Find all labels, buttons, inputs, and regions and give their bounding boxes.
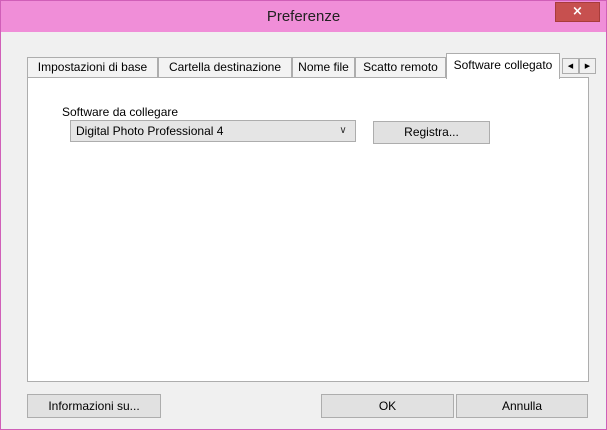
- cancel-button-label: Annulla: [501, 399, 543, 413]
- window-title: Preferenze: [266, 8, 341, 25]
- preferences-window: Preferenze × Impostazioni di base Cartel…: [0, 0, 607, 430]
- tab-scroll-right-button[interactable]: ▶: [579, 58, 596, 74]
- tab-remote-shooting[interactable]: Scatto remoto: [355, 57, 446, 78]
- tab-label: Nome file: [298, 60, 349, 74]
- software-to-link-label: Software da collegare: [62, 105, 179, 119]
- triangle-left-icon: ◀: [567, 62, 574, 70]
- tab-label: Software collegato: [453, 58, 553, 72]
- tab-label: Scatto remoto: [363, 60, 438, 74]
- about-button-label: Informazioni su...: [48, 399, 140, 413]
- about-button[interactable]: Informazioni su...: [27, 394, 161, 418]
- tab-file-name[interactable]: Nome file: [292, 57, 355, 78]
- software-select-value: Digital Photo Professional 4: [76, 124, 224, 138]
- ok-button[interactable]: OK: [321, 394, 454, 418]
- cancel-button[interactable]: Annulla: [456, 394, 588, 418]
- tab-scroll-left-button[interactable]: ◀: [562, 58, 579, 74]
- tab-label: Impostazioni di base: [37, 60, 148, 74]
- title-bar[interactable]: Preferenze ×: [1, 1, 606, 32]
- chevron-down-icon: ∨: [339, 125, 347, 136]
- tab-basic-settings[interactable]: Impostazioni di base: [27, 57, 158, 78]
- software-select[interactable]: Digital Photo Professional 4 ∨: [70, 120, 356, 142]
- tab-label: Cartella destinazione: [168, 60, 282, 74]
- register-button-label: Registra...: [404, 125, 459, 139]
- dialog-body: Impostazioni di base Cartella destinazio…: [8, 32, 599, 423]
- close-icon: ×: [572, 4, 583, 19]
- tab-destination-folder[interactable]: Cartella destinazione: [158, 57, 292, 78]
- linked-software-panel: Software da collegare Digital Photo Prof…: [27, 77, 589, 382]
- triangle-right-icon: ▶: [584, 62, 591, 70]
- tab-linked-software[interactable]: Software collegato: [446, 53, 560, 79]
- ok-button-label: OK: [378, 399, 397, 413]
- close-button[interactable]: ×: [555, 2, 600, 22]
- register-button[interactable]: Registra...: [373, 121, 490, 144]
